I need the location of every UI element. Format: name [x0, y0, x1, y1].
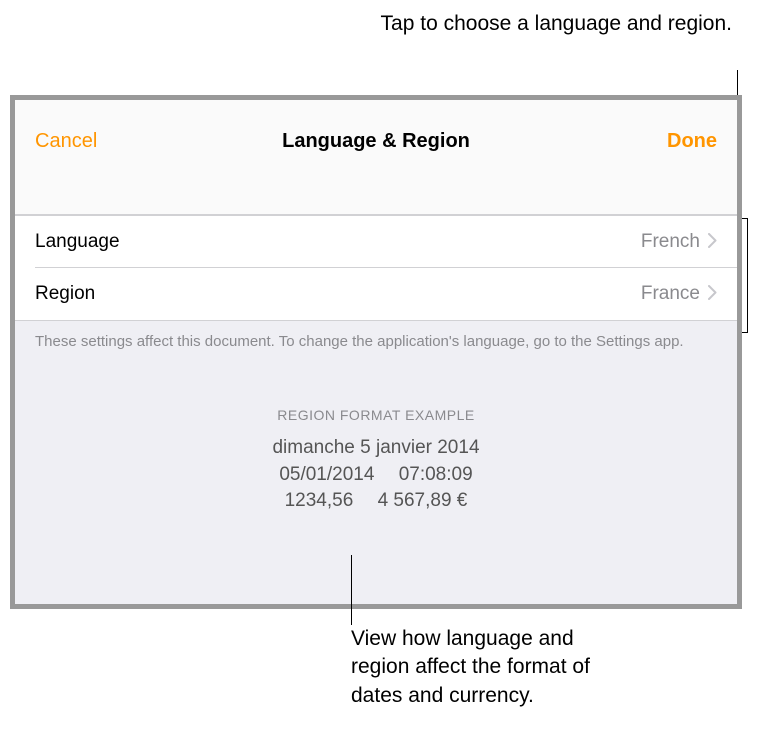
settings-list: Language French Region France — [15, 215, 737, 321]
modal-title: Language & Region — [282, 130, 470, 153]
callout-top-text: Tap to choose a language and region. — [381, 10, 732, 38]
example-short-date-time: 05/01/2014 07:08:09 — [15, 462, 737, 489]
modal-header: Cancel Language & Region Done — [15, 100, 737, 215]
example-header: REGION FORMAT EXAMPLE — [15, 407, 737, 423]
region-format-example: REGION FORMAT EXAMPLE dimanche 5 janvier… — [15, 407, 737, 515]
modal-frame: Cancel Language & Region Done Language F… — [10, 95, 742, 609]
modal-content: Cancel Language & Region Done Language F… — [15, 100, 737, 604]
done-button[interactable]: Done — [667, 130, 717, 153]
example-long-date: dimanche 5 janvier 2014 — [15, 435, 737, 462]
chevron-right-icon — [708, 232, 717, 253]
region-label: Region — [35, 283, 95, 305]
callout-bottom-text: View how language and region affect the … — [351, 625, 631, 710]
callout-line — [351, 555, 352, 625]
settings-footer-text: These settings affect this document. To … — [15, 321, 737, 362]
language-label: Language — [35, 231, 120, 253]
region-value: France — [641, 283, 700, 305]
example-numbers: 1234,56 4 567,89 € — [15, 488, 737, 515]
language-value: French — [641, 231, 700, 253]
language-row[interactable]: Language French — [15, 216, 737, 268]
region-row[interactable]: Region France — [15, 268, 737, 320]
cancel-button[interactable]: Cancel — [35, 130, 97, 153]
chevron-right-icon — [708, 284, 717, 305]
